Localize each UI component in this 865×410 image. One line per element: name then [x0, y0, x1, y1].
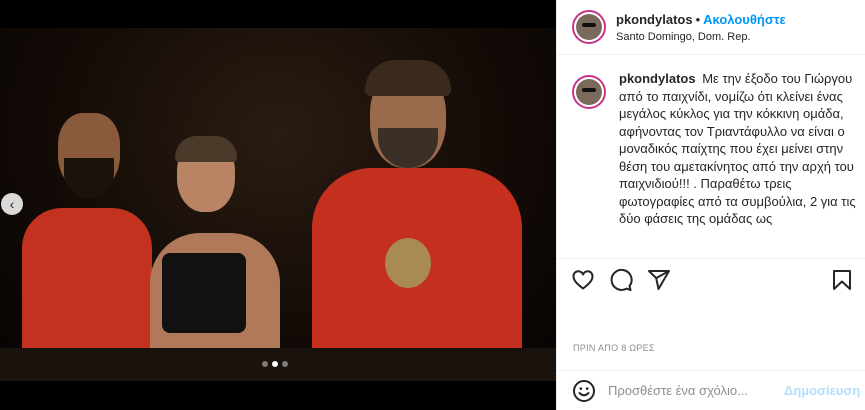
heart-icon: [572, 270, 594, 290]
share-icon: [648, 270, 670, 290]
comment-input[interactable]: [608, 383, 784, 398]
avatar[interactable]: [572, 10, 606, 44]
person-middle-top: [162, 253, 246, 333]
carousel-prev-button[interactable]: ‹: [1, 193, 23, 215]
avatar-image: [576, 14, 602, 40]
emoji-button[interactable]: [572, 379, 596, 403]
bookmark-icon: [833, 270, 851, 290]
person-left-beard: [64, 158, 114, 198]
username-link[interactable]: pkondylatos: [616, 12, 693, 27]
avatar-image: [576, 79, 602, 105]
comment-bar: Δημοσίευση: [557, 371, 865, 410]
caption-username-link[interactable]: pkondylatos: [619, 71, 696, 86]
follow-button[interactable]: Ακολουθήστε: [703, 12, 786, 27]
comment-icon: [610, 268, 633, 291]
header-text: pkondylatos • Ακολουθήστε Santo Domingo, D…: [616, 12, 786, 43]
person-right-hair: [365, 60, 451, 96]
person-right-necklace: [385, 238, 431, 288]
separator-dot: •: [695, 11, 701, 27]
header-line: pkondylatos • Ακολουθήστε: [616, 12, 786, 28]
post-comment-button[interactable]: Δημοσίευση: [784, 383, 860, 398]
caption-text: pkondylatos Με την έξοδο του Γιώργου από…: [619, 70, 857, 250]
caption-avatar[interactable]: [572, 75, 606, 109]
post-caption: pkondylatos Με την έξοδο του Γιώργου από…: [572, 70, 857, 250]
comment-button[interactable]: [609, 268, 635, 294]
post-photo[interactable]: [0, 28, 556, 381]
action-bar: [571, 268, 856, 294]
chevron-left-icon: ‹: [9, 196, 15, 212]
person-left-shirt: [22, 208, 152, 368]
share-button[interactable]: [647, 268, 673, 294]
divider: [557, 258, 865, 259]
carousel-indicator: [262, 361, 288, 367]
carousel-dot: [272, 361, 278, 367]
save-button[interactable]: [830, 268, 856, 294]
like-button[interactable]: [571, 268, 597, 294]
post-timestamp[interactable]: ΠΡΙΝ ΑΠΟ 8 ΩΡΕΣ: [573, 343, 655, 353]
emoji-icon: [573, 379, 595, 402]
post-details-panel: pkondylatos • Ακολουθήστε Santo Domingo, D…: [556, 0, 865, 410]
person-middle-hair: [175, 136, 237, 162]
location-link[interactable]: Santo Domingo, Dom. Rep.: [616, 31, 786, 43]
carousel-dot: [262, 361, 268, 367]
post-header: pkondylatos • Ακολουθήστε Santo Domingo, D…: [557, 0, 865, 55]
post-media: ‹: [0, 0, 556, 410]
caption-body: Με την έξοδο του Γιώργου από το παιχνίδι…: [619, 71, 856, 226]
carousel-dot: [282, 361, 288, 367]
